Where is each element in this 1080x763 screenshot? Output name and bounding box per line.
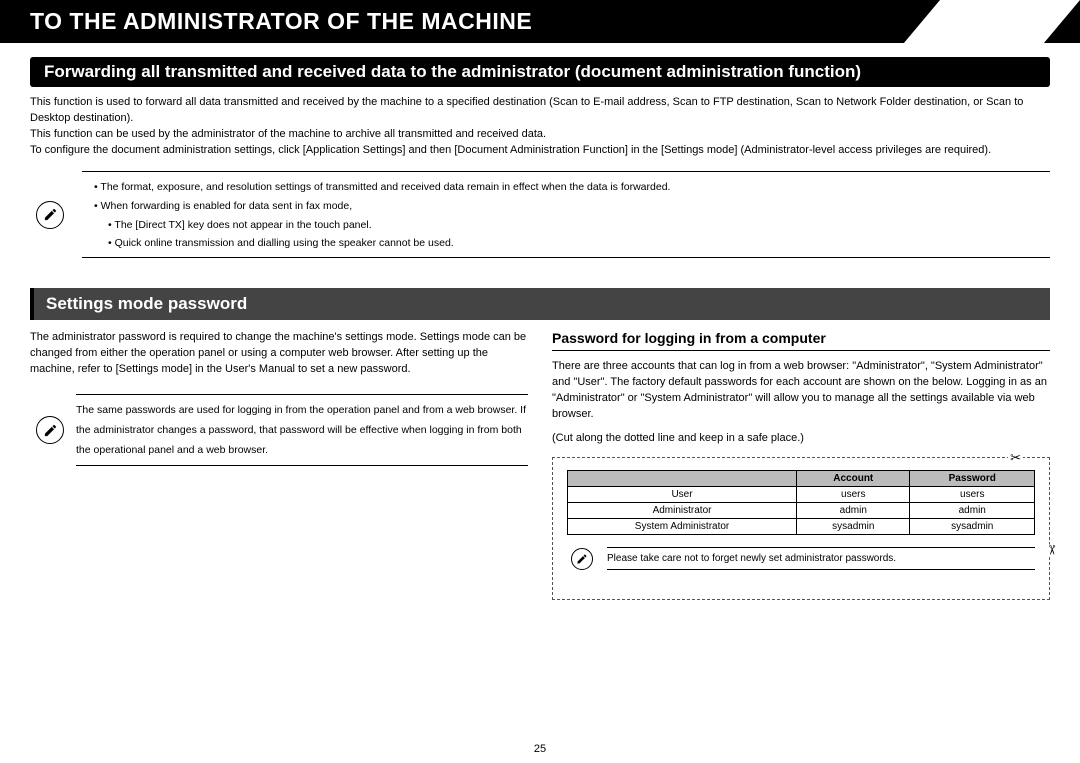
chapter-title: TO THE ADMINISTRATOR OF THE MACHINE [0,0,1080,43]
note-bullet: When forwarding is enabled for data sent… [94,197,1050,216]
note-subbullet: The [Direct TX] key does not appear in t… [94,216,1050,235]
cut-instruction: (Cut along the dotted line and keep in a… [552,431,1050,447]
right-column: Password for logging in from a computer … [552,330,1050,600]
note-subbullet: Quick online transmission and dialling u… [94,234,1050,253]
table-row: User users users [568,487,1035,503]
table-row: Administrator admin admin [568,503,1035,519]
scissors-icon: ✂ [1008,450,1023,466]
body-paragraph: There are three accounts that can log in… [552,359,1050,423]
note-bullet: The format, exposure, and resolution set… [94,178,1050,197]
note-block: The same passwords are used for logging … [30,394,528,466]
scissors-icon: ✂ [1042,545,1062,556]
table-header [568,471,797,487]
pencil-icon [36,201,64,229]
pencil-icon [571,548,593,570]
password-table: Account Password User users users Admini… [567,470,1035,535]
table-row: System Administrator sysadmin sysadmin [568,519,1035,535]
body-paragraph: The administrator password is required t… [30,330,528,378]
page-number: 25 [0,743,1080,755]
section-heading-forwarding: Forwarding all transmitted and received … [30,57,1050,87]
body-paragraph: This function is used to forward all dat… [30,95,1050,159]
pencil-icon [36,416,64,444]
section-heading-password: Settings mode password [30,288,1050,320]
table-header: Password [910,471,1035,487]
note-block: Please take care not to forget newly set… [567,547,1035,570]
note-block: The format, exposure, and resolution set… [30,171,1050,259]
subheading-login-password: Password for logging in from a computer [552,330,1050,351]
left-column: The administrator password is required t… [30,330,528,600]
table-header: Account [797,471,910,487]
cut-out-area: ✂ ✂ Account Password User users users Ad… [552,457,1050,600]
